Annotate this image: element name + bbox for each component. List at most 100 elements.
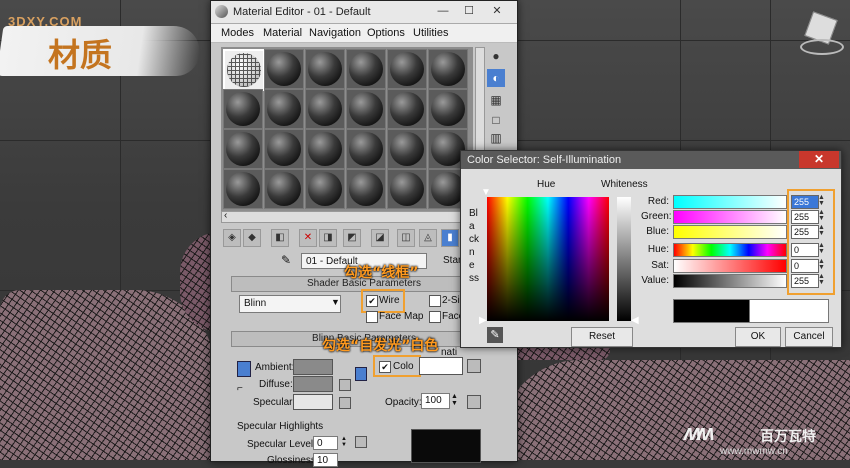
sample-slot[interactable] bbox=[387, 169, 427, 209]
sample-slot[interactable] bbox=[305, 49, 345, 89]
menu-navigation[interactable]: Navigation bbox=[309, 27, 361, 39]
sample-slot[interactable] bbox=[223, 169, 263, 209]
material-editor-titlebar[interactable]: Material Editor - 01 - Default — ☐ ✕ bbox=[211, 1, 517, 24]
sample-slot[interactable] bbox=[346, 129, 386, 169]
sample-slot[interactable] bbox=[346, 169, 386, 209]
maximize-icon[interactable]: ☐ bbox=[457, 3, 481, 19]
sample-slot[interactable] bbox=[305, 89, 345, 129]
shader-type-dropdown[interactable]: Blinn bbox=[239, 295, 341, 313]
ok-button[interactable]: OK bbox=[735, 327, 781, 347]
value-slider[interactable] bbox=[673, 274, 787, 288]
new-color-swatch bbox=[749, 299, 829, 323]
specular-level-spinner[interactable]: ▲ ▼ bbox=[341, 436, 347, 448]
show-end-result-icon[interactable]: ◬ bbox=[419, 229, 437, 247]
sample-slot[interactable] bbox=[346, 49, 386, 89]
whiteness-pointer-icon[interactable]: ◀ bbox=[631, 315, 639, 326]
sample-slot[interactable] bbox=[223, 49, 265, 91]
sample-slot[interactable] bbox=[428, 49, 468, 89]
view-cube-icon[interactable] bbox=[800, 11, 844, 55]
slots-horizontal-scrollbar[interactable]: ‹ bbox=[221, 210, 475, 223]
sample-slot[interactable] bbox=[264, 89, 304, 129]
diffuse-color-swatch[interactable] bbox=[293, 376, 333, 392]
material-type-button[interactable]: Star bbox=[443, 255, 461, 266]
red-label: Red: bbox=[647, 196, 669, 207]
material-id-icon[interactable]: ◪ bbox=[371, 229, 389, 247]
get-material-icon[interactable]: ◈ bbox=[223, 229, 241, 247]
green-slider[interactable] bbox=[673, 210, 787, 224]
red-slider[interactable] bbox=[673, 195, 787, 209]
hue-slider[interactable] bbox=[673, 243, 787, 257]
sample-type-icon[interactable]: ● bbox=[487, 47, 505, 65]
blue-slider[interactable] bbox=[673, 225, 787, 239]
sample-slot[interactable] bbox=[223, 129, 263, 169]
background-checker-icon[interactable]: ▦ bbox=[487, 91, 505, 109]
menu-modes[interactable]: Modes bbox=[221, 27, 254, 39]
scroll-left-icon[interactable]: ‹ bbox=[224, 210, 227, 221]
put-to-scene-icon[interactable]: ◆ bbox=[243, 229, 261, 247]
lock-ambient-diffuse-icon[interactable] bbox=[237, 361, 251, 377]
specular-level-label: Specular Level: bbox=[247, 439, 316, 450]
reset-button[interactable]: Reset bbox=[571, 327, 633, 347]
make-unique-icon[interactable]: ◨ bbox=[319, 229, 337, 247]
show-shaded-icon[interactable]: ◫ bbox=[397, 229, 415, 247]
sample-slot[interactable] bbox=[305, 169, 345, 209]
sample-uv-tiling-icon[interactable]: □ bbox=[487, 111, 505, 129]
backlight-icon[interactable]: ◐ bbox=[487, 69, 505, 87]
sample-slots-grid bbox=[221, 47, 473, 211]
close-icon[interactable]: ✕ bbox=[485, 3, 509, 19]
sample-slot[interactable] bbox=[346, 89, 386, 129]
close-icon[interactable]: ✕ bbox=[799, 151, 839, 168]
two-sided-checkbox[interactable] bbox=[429, 295, 441, 307]
sat-slider[interactable] bbox=[673, 259, 787, 273]
video-color-check-icon[interactable]: ▥ bbox=[487, 129, 505, 147]
green-label: Green: bbox=[641, 211, 672, 222]
sample-slot[interactable] bbox=[305, 129, 345, 169]
sample-slot[interactable] bbox=[428, 89, 468, 129]
opacity-spinner[interactable]: ▲ ▼ bbox=[451, 393, 458, 407]
glossiness-label: Glossiness: bbox=[267, 455, 319, 466]
sample-slot[interactable] bbox=[223, 89, 263, 129]
diffuse-map-button[interactable] bbox=[339, 379, 351, 391]
specular-label: Specular: bbox=[253, 397, 296, 408]
specular-level-input[interactable]: 0 bbox=[313, 436, 338, 450]
reset-map-icon[interactable]: ✕ bbox=[299, 229, 317, 247]
sample-slot[interactable] bbox=[387, 89, 427, 129]
hue-blackness-picker[interactable] bbox=[487, 197, 609, 321]
lock-specular-map-icon[interactable] bbox=[355, 367, 367, 381]
eyedropper-icon[interactable]: ✎ bbox=[487, 327, 503, 343]
assign-to-selection-icon[interactable]: ◧ bbox=[271, 229, 289, 247]
sample-slot[interactable] bbox=[264, 49, 304, 89]
cancel-button[interactable]: Cancel bbox=[785, 327, 833, 347]
menu-options[interactable]: Options bbox=[367, 27, 405, 39]
material-editor-app-icon bbox=[215, 5, 228, 18]
blackness-pointer-left-icon[interactable]: ▶ bbox=[479, 315, 487, 326]
color-selector-titlebar[interactable]: Color Selector: Self-Illumination ✕ bbox=[461, 151, 841, 169]
self-illum-map-button[interactable] bbox=[467, 359, 481, 373]
ambient-color-swatch[interactable] bbox=[293, 359, 333, 375]
put-to-library-icon[interactable]: ◩ bbox=[343, 229, 361, 247]
material-editor-menubar: Modes Material Navigation Options Utilit… bbox=[211, 24, 517, 43]
lock-diffuse-specular-icon[interactable]: ⌐ bbox=[237, 383, 249, 397]
opacity-input[interactable]: 100 bbox=[421, 393, 450, 409]
sample-slot[interactable] bbox=[387, 49, 427, 89]
go-to-parent-icon[interactable]: ▮ bbox=[441, 229, 459, 247]
sample-slot[interactable] bbox=[264, 129, 304, 169]
specular-level-map-button[interactable] bbox=[355, 436, 367, 448]
sample-slot[interactable] bbox=[264, 169, 304, 209]
whiteness-slider[interactable] bbox=[617, 197, 631, 321]
annotation-self-illumination: 勾选“自发光”白色 bbox=[322, 338, 439, 354]
sample-slot[interactable] bbox=[387, 129, 427, 169]
specular-color-swatch[interactable] bbox=[293, 394, 333, 410]
color-selector-dialog: Color Selector: Self-Illumination ✕ Hue … bbox=[460, 150, 842, 348]
opacity-label: Opacity: bbox=[385, 397, 422, 408]
specular-map-button[interactable] bbox=[339, 397, 351, 409]
glossiness-input[interactable]: 10 bbox=[313, 453, 338, 467]
menu-material[interactable]: Material bbox=[263, 27, 302, 39]
menu-utilities[interactable]: Utilities bbox=[413, 27, 448, 39]
face-map-checkbox[interactable] bbox=[366, 311, 378, 323]
pick-material-eyedropper-icon[interactable]: ✎ bbox=[281, 253, 295, 267]
faceted-checkbox[interactable] bbox=[429, 311, 441, 323]
opacity-map-button[interactable] bbox=[467, 395, 481, 409]
self-illum-color-swatch[interactable] bbox=[419, 357, 463, 375]
minimize-icon[interactable]: — bbox=[431, 3, 455, 19]
